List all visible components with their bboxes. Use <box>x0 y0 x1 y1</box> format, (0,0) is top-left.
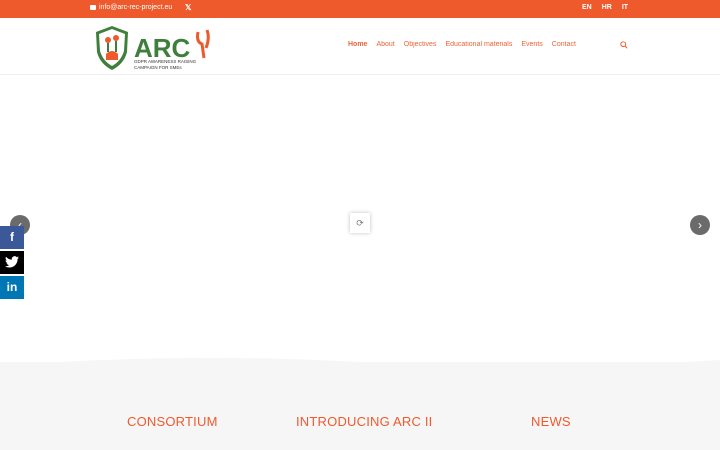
svg-text:GDPR AWARENESS RAISING: GDPR AWARENESS RAISING <box>134 59 197 64</box>
envelope-icon <box>90 5 96 10</box>
lang-en[interactable]: EN <box>582 4 592 11</box>
search-icon[interactable] <box>620 41 628 49</box>
nav-events[interactable]: Events <box>521 41 542 48</box>
nav-contact[interactable]: Contact <box>552 41 576 48</box>
nav-about[interactable]: About <box>376 41 394 48</box>
nav-home[interactable]: Home <box>348 41 367 48</box>
main-nav: Home About Objectives Educational materi… <box>348 41 576 48</box>
svg-text:CAMPAIGN FOR SMEs: CAMPAIGN FOR SMEs <box>134 65 182 70</box>
linkedin-icon[interactable]: in <box>0 276 24 299</box>
section-title-introducing-arc[interactable]: INTRODUCING ARC II <box>296 414 433 429</box>
site-header: ARC GDPR AWARENESS RAISING CAMPAIGN FOR … <box>0 18 720 75</box>
section-title-news[interactable]: NEWS <box>531 414 571 429</box>
twitter-icon[interactable] <box>0 251 24 274</box>
nav-educational-materials[interactable]: Educational materials <box>445 41 512 48</box>
nav-objectives[interactable]: Objectives <box>404 41 437 48</box>
lang-it[interactable]: IT <box>622 4 628 11</box>
top-bar: info@arc-rec-project.eu 𝕏 EN HR IT <box>0 0 720 18</box>
email-link[interactable]: info@arc-rec-project.eu <box>90 4 172 11</box>
facebook-icon[interactable]: f <box>0 226 24 249</box>
email-text: info@arc-rec-project.eu <box>99 4 173 11</box>
section-title-consortium[interactable]: CONSORTIUM <box>127 414 218 429</box>
lang-hr[interactable]: HR <box>602 4 612 11</box>
language-switcher: EN HR IT <box>582 4 628 11</box>
arc-logo[interactable]: ARC GDPR AWARENESS RAISING CAMPAIGN FOR … <box>94 24 212 70</box>
loader-icon: ⟳ <box>350 213 370 233</box>
x-social-icon[interactable]: 𝕏 <box>185 3 191 12</box>
slider-next-button[interactable]: › <box>690 215 710 235</box>
bottom-section <box>0 362 720 450</box>
